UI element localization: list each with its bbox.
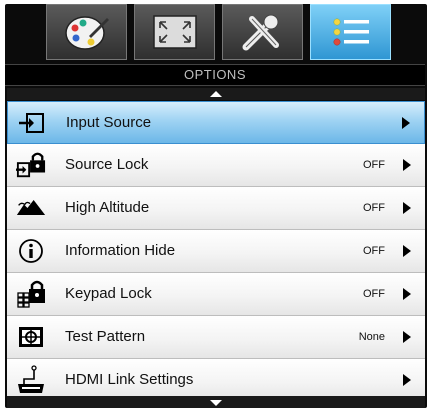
options-list: Input Source Source Lock OFF High Altitu… bbox=[7, 101, 425, 402]
menu-item-label: Input Source bbox=[66, 114, 152, 131]
menu-item-value: OFF bbox=[363, 288, 385, 300]
list-icon bbox=[333, 18, 369, 46]
fullscreen-icon bbox=[152, 15, 197, 49]
menu-item-label: Keypad Lock bbox=[65, 285, 152, 302]
menu-item-input-source[interactable]: Input Source bbox=[7, 101, 425, 144]
menu-item-value: OFF bbox=[363, 202, 385, 214]
menu-item-information-hide[interactable]: Information Hide OFF bbox=[7, 230, 425, 273]
tab-setup[interactable] bbox=[222, 4, 303, 60]
menu-item-label: Test Pattern bbox=[65, 328, 146, 345]
keypad-lock-icon bbox=[16, 280, 46, 308]
menu-item-source-lock[interactable]: Source Lock OFF bbox=[7, 144, 425, 187]
input-source-icon bbox=[17, 109, 47, 137]
menu-item-high-altitude[interactable]: High Altitude OFF bbox=[7, 187, 425, 230]
menu-item-test-pattern[interactable]: Test Pattern None bbox=[7, 316, 425, 359]
chevron-right-icon bbox=[403, 245, 411, 257]
tab-display[interactable] bbox=[134, 4, 215, 60]
menu-item-label: High Altitude bbox=[65, 199, 150, 216]
mountain-icon bbox=[16, 194, 46, 222]
chevron-right-icon bbox=[403, 159, 411, 171]
menu-item-label: Information Hide bbox=[65, 242, 176, 259]
palette-icon bbox=[64, 16, 109, 50]
page-title: OPTIONS bbox=[5, 64, 425, 86]
chevron-right-icon bbox=[403, 288, 411, 300]
chevron-right-icon bbox=[403, 374, 411, 386]
menu-item-keypad-lock[interactable]: Keypad Lock OFF bbox=[7, 273, 425, 316]
chevron-right-icon bbox=[403, 202, 411, 214]
test-pattern-icon bbox=[16, 323, 46, 351]
arrow-up-icon bbox=[210, 91, 222, 97]
scroll-up-button[interactable] bbox=[7, 88, 425, 100]
info-icon bbox=[16, 237, 46, 265]
menu-item-value: OFF bbox=[363, 159, 385, 171]
menu-item-value: OFF bbox=[363, 245, 385, 257]
arrow-down-icon bbox=[210, 400, 222, 406]
menu-tab-bar bbox=[46, 4, 391, 60]
tab-options[interactable] bbox=[310, 4, 391, 60]
tab-image-settings[interactable] bbox=[46, 4, 127, 60]
menu-item-value: None bbox=[358, 331, 385, 343]
chevron-right-icon bbox=[403, 331, 411, 343]
hdmi-icon bbox=[16, 365, 46, 394]
tools-icon bbox=[242, 14, 279, 51]
chevron-right-icon bbox=[402, 117, 410, 129]
scroll-down-button[interactable] bbox=[7, 396, 425, 408]
source-lock-icon bbox=[16, 151, 46, 179]
menu-item-label: HDMI Link Settings bbox=[65, 371, 194, 388]
menu-item-label: Source Lock bbox=[65, 156, 149, 173]
